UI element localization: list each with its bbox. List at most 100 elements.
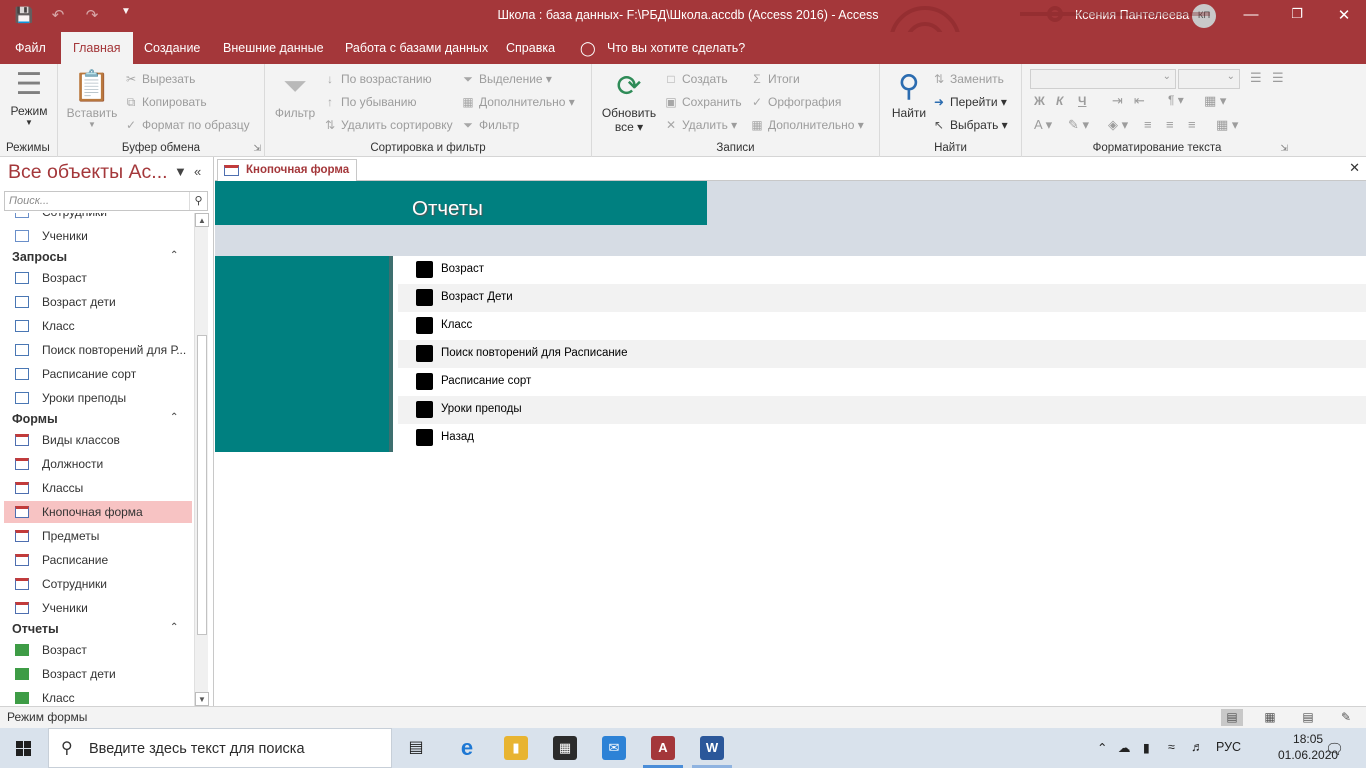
switchboard-item[interactable]: Уроки преподы (398, 396, 1366, 424)
toggle-filter-button[interactable]: ⏷ Фильтр (461, 118, 519, 133)
minimize-icon[interactable]: — (1241, 6, 1261, 23)
file-explorer-icon[interactable]: ▮ (504, 736, 528, 760)
sort-descending-button[interactable]: ↑ По убыванию (323, 95, 417, 109)
copy-button[interactable]: ⧉ Копировать (124, 95, 207, 110)
align-left-icon[interactable]: ≡ (1144, 117, 1152, 132)
totals-button[interactable]: Σ Итоги (750, 72, 799, 86)
search-input[interactable]: Поиск... (9, 195, 49, 207)
section-queries[interactable]: Запросы ⌃ (12, 250, 178, 264)
switchboard-button[interactable] (416, 429, 433, 446)
bullets-icon[interactable]: ☰ (1250, 70, 1262, 86)
nav-item-query[interactable]: Возраст дети (4, 291, 192, 313)
task-view-icon[interactable]: ▤ (404, 736, 428, 760)
section-reports[interactable]: Отчеты ⌃ (12, 622, 178, 636)
spelling-button[interactable]: ✓ Орфография (750, 95, 841, 109)
collapse-pane-icon[interactable]: « (194, 164, 201, 179)
font-family-select[interactable]: ⌄ (1030, 69, 1176, 89)
gridlines-icon[interactable]: ▦ ▾ (1204, 93, 1226, 109)
sort-ascending-button[interactable]: ↓ По возрастанию (323, 72, 432, 86)
decrease-indent-icon[interactable]: ⇤ (1134, 93, 1145, 109)
tab-database-tools[interactable]: Работа с базами данных (345, 32, 488, 64)
align-right-icon[interactable]: ≡ (1188, 117, 1196, 132)
switchboard-item[interactable]: Возраст Дети (398, 284, 1366, 312)
tab-home[interactable]: Главная (61, 32, 133, 64)
filter-button[interactable]: ⏷ Фильтр (271, 68, 319, 120)
tell-me-box[interactable]: Что вы хотите сделать? (607, 32, 745, 64)
battery-icon[interactable]: ▮ (1143, 740, 1150, 755)
switchboard-button[interactable] (416, 373, 433, 390)
notifications-icon[interactable]: 🗨 (1325, 740, 1344, 758)
scroll-up-icon[interactable]: ▲ (195, 213, 209, 227)
nav-pane-title[interactable]: Все объекты Ac... (8, 161, 168, 184)
switchboard-item[interactable]: Расписание сорт (398, 368, 1366, 396)
new-record-button[interactable]: □ Создать (664, 72, 727, 86)
section-forms[interactable]: Формы ⌃ (12, 412, 178, 426)
font-color-icon[interactable]: A ▾ (1034, 117, 1052, 133)
replace-button[interactable]: ⇅ Заменить (932, 72, 1004, 86)
nav-item-form[interactable]: Сотрудники (4, 573, 192, 595)
switchboard-button[interactable] (416, 289, 433, 306)
switchboard-button[interactable] (416, 317, 433, 334)
switchboard-button[interactable] (416, 345, 433, 362)
format-painter-button[interactable]: ✓ Формат по образцу (124, 118, 250, 132)
search-icon[interactable]: ⚲ (189, 192, 207, 210)
switchboard-item[interactable]: Класс (398, 312, 1366, 340)
nav-item-query[interactable]: Поиск повторений для Р... (4, 339, 192, 361)
nav-item[interactable]: Сотрудники (4, 213, 192, 223)
taskbar-search-input[interactable]: Введите здесь текст для поиска (89, 741, 305, 757)
find-button[interactable]: ⚲ Найти (886, 68, 932, 120)
wifi-icon[interactable]: ≈ (1168, 740, 1175, 754)
collapse-icon[interactable]: ⌃ (170, 412, 178, 423)
nav-item-form[interactable]: Предметы (4, 525, 192, 547)
avatar[interactable]: КП (1192, 4, 1216, 28)
font-size-select[interactable]: ⌄ (1178, 69, 1240, 89)
underline-button[interactable]: Ч (1078, 94, 1086, 108)
user-name[interactable]: Ксения Пантелеева (1075, 8, 1189, 22)
bold-button[interactable]: Ж (1034, 94, 1045, 108)
nav-item-form[interactable]: Расписание (4, 549, 192, 571)
italic-button[interactable]: К (1056, 94, 1063, 108)
paragraph-direction-icon[interactable]: ¶ ▾ (1168, 93, 1184, 107)
scroll-down-icon[interactable]: ▼ (195, 692, 209, 706)
goto-button[interactable]: ➜ Перейти ▾ (932, 95, 1007, 109)
switchboard-item[interactable]: Назад (398, 424, 1366, 452)
close-document-icon[interactable]: ✕ (1349, 160, 1360, 176)
refresh-all-button[interactable]: ⟳ Обновить все ▾ (598, 68, 660, 134)
select-button[interactable]: ↖ Выбрать ▾ (932, 118, 1008, 132)
tab-file[interactable]: Файл (15, 32, 46, 64)
scroll-thumb[interactable] (197, 335, 207, 635)
cut-button[interactable]: ✂ Вырезать (124, 72, 195, 86)
layout-view-icon[interactable]: ▤ (1297, 709, 1319, 726)
align-center-icon[interactable]: ≡ (1166, 117, 1174, 132)
advanced-filter-button[interactable]: ▦ Дополнительно ▾ (461, 95, 574, 109)
nav-item-form[interactable]: Должности (4, 453, 192, 475)
highlight-icon[interactable]: ✎ ▾ (1068, 117, 1089, 133)
nav-item-report[interactable]: Возраст дети (4, 663, 192, 685)
nav-item-query[interactable]: Уроки преподы (4, 387, 192, 409)
nav-item-form-selected[interactable]: Кнопочная форма (4, 501, 192, 523)
collapse-icon[interactable]: ⌃ (170, 622, 178, 633)
form-view-icon[interactable]: ▤ (1221, 709, 1243, 726)
store-icon[interactable]: ▦ (553, 736, 577, 760)
nav-item-form[interactable]: Виды классов (4, 429, 192, 451)
switchboard-button[interactable] (416, 401, 433, 418)
switchboard-button[interactable] (416, 261, 433, 278)
mail-icon[interactable]: ✉ (602, 736, 626, 760)
design-view-icon[interactable]: ✎ (1335, 709, 1357, 726)
chevron-up-icon[interactable]: ⌃ (1097, 740, 1107, 755)
edge-icon[interactable]: e (455, 736, 479, 760)
increase-indent-icon[interactable]: ⇥ (1112, 93, 1123, 109)
tab-create[interactable]: Создание (144, 32, 200, 64)
language-indicator[interactable]: РУС (1216, 740, 1241, 754)
access-icon[interactable]: A (651, 736, 675, 760)
remove-sort-button[interactable]: ⇅ Удалить сортировку (323, 118, 453, 132)
numbering-icon[interactable]: ☰ (1272, 70, 1284, 86)
delete-record-button[interactable]: ✕ Удалить ▾ (664, 118, 737, 132)
switchboard-item[interactable]: Возраст (398, 256, 1366, 284)
tab-external-data[interactable]: Внешние данные (223, 32, 324, 64)
nav-item-report[interactable]: Класс (4, 687, 192, 706)
onedrive-icon[interactable]: ☁ (1118, 740, 1131, 755)
alternate-row-color-icon[interactable]: ▦ ▾ (1216, 117, 1238, 133)
nav-item-report[interactable]: Возраст (4, 639, 192, 661)
tab-switchboard-form[interactable]: Кнопочная форма (217, 159, 357, 181)
